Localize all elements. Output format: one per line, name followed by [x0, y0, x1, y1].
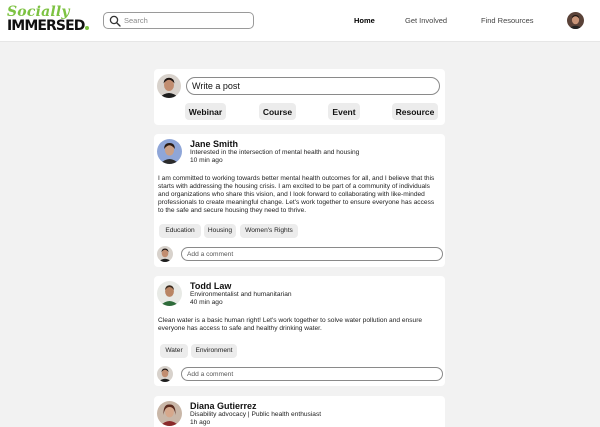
author-avatar-image	[157, 281, 182, 306]
post-card: Diana Gutierrez Disability advocacy | Pu…	[154, 396, 445, 427]
author-bio: Interested in the intersection of mental…	[190, 149, 360, 156]
author-avatar[interactable]	[157, 139, 182, 164]
author-avatar-image	[157, 139, 182, 164]
author-avatar[interactable]	[157, 281, 182, 306]
search-icon	[109, 15, 121, 27]
post-card: Jane Smith Interested in the intersectio…	[154, 134, 445, 267]
comment-input[interactable]	[181, 247, 443, 261]
author-bio: Environmentalist and humanitarian	[190, 291, 292, 298]
post-body-text: I am committed to working towards better…	[158, 175, 435, 215]
top-nav-bar: Socially IMMERSED Home Get Involved Find…	[0, 0, 600, 42]
author-bio: Disability advocacy | Public health enth…	[190, 411, 322, 418]
logo-script-text: Socially	[7, 4, 70, 20]
nav-get-involved-link[interactable]: Get Involved	[405, 16, 447, 26]
author-avatar[interactable]	[157, 401, 182, 426]
socially-immersed-logo[interactable]: Socially IMMERSED	[7, 5, 97, 35]
commenter-avatar-image	[157, 246, 173, 262]
post-composer-card: Webinar Course Event Resource	[154, 69, 445, 125]
post-body-text: Clean water is a basic human right! Let'…	[158, 317, 423, 333]
post-timestamp: 10 min ago	[190, 157, 223, 164]
commenter-avatar-image	[157, 366, 173, 382]
tag-housing[interactable]: Housing	[204, 224, 236, 238]
resource-button[interactable]: Resource	[392, 103, 438, 120]
course-button[interactable]: Course	[259, 103, 296, 120]
tag-education[interactable]: Education	[159, 224, 201, 238]
logo-bold-word: IMMERSED	[7, 18, 85, 34]
tag-water[interactable]: Water	[160, 344, 188, 358]
composer-avatar-image	[157, 74, 181, 98]
post-card: Todd Law Environmentalist and humanitari…	[154, 276, 445, 386]
commenter-avatar	[157, 366, 173, 382]
user-avatar[interactable]	[567, 12, 584, 29]
commenter-avatar	[157, 246, 173, 262]
nav-home-link[interactable]: Home	[354, 16, 375, 26]
write-post-input[interactable]	[186, 77, 440, 95]
search-input[interactable]	[124, 13, 249, 28]
logo-dot	[85, 26, 90, 30]
search-box[interactable]	[103, 12, 254, 29]
user-avatar-image	[567, 12, 584, 29]
post-timestamp: 1h ago	[190, 419, 211, 426]
webinar-button[interactable]: Webinar	[185, 103, 226, 120]
author-avatar-image	[157, 401, 182, 426]
tag-womens-rights[interactable]: Women's Rights	[240, 224, 298, 238]
comment-input[interactable]	[181, 367, 443, 381]
event-button[interactable]: Event	[328, 103, 360, 120]
post-timestamp: 40 min ago	[190, 299, 223, 306]
logo-bold-text: IMMERSED	[7, 18, 90, 34]
composer-avatar	[157, 74, 181, 98]
nav-find-resources-link[interactable]: Find Resources	[481, 16, 534, 26]
tag-environment[interactable]: Environment	[191, 344, 237, 358]
